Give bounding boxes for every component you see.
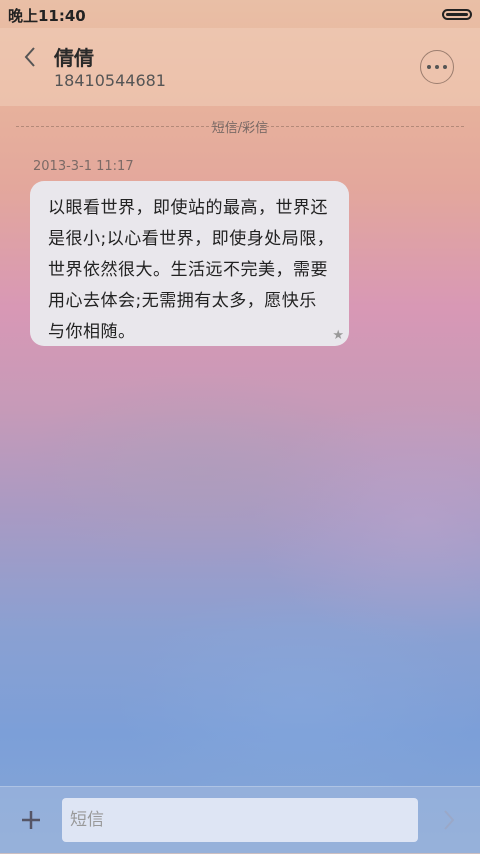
add-attachment-button[interactable]: [20, 809, 42, 831]
divider-label: 短信/彩信: [211, 121, 269, 136]
message-input[interactable]: 短信: [62, 798, 418, 842]
contact-number: 18410544681: [54, 71, 166, 90]
message-line: 与你相随。: [48, 322, 136, 342]
status-time: 晚上11:40: [8, 7, 86, 25]
battery-icon: [442, 9, 472, 20]
plus-icon: [22, 811, 40, 829]
contact-name: 倩倩: [54, 46, 94, 70]
message-line: 以眼看世界，即使站的最高，世界还: [48, 198, 328, 218]
status-bar: 晚上11:40: [0, 0, 480, 28]
conversation-header: 倩倩 18410544681: [0, 28, 480, 106]
message-line: 是很小;以心看世界，即使身处局限，: [48, 229, 335, 249]
star-icon: ★: [332, 328, 344, 343]
send-button[interactable]: [438, 807, 460, 833]
chevron-left-icon: [24, 47, 35, 67]
message-bubble[interactable]: 以眼看世界，即使站的最高，世界还 是很小;以心看世界，即使身处局限， 世界依然很…: [30, 181, 349, 346]
message-timestamp: 2013-3-1 11:17: [33, 159, 134, 174]
composer-bar: 短信: [0, 786, 480, 854]
message-line: 世界依然很大。生活远不完美，需要: [48, 260, 328, 280]
message-line: 用心去体会;无需拥有太多，愿快乐: [48, 291, 317, 311]
more-options-button[interactable]: [420, 50, 454, 84]
message-text: 以眼看世界，即使站的最高，世界还 是很小;以心看世界，即使身处局限， 世界依然很…: [48, 193, 335, 348]
back-button[interactable]: [20, 44, 42, 70]
more-dots-icon: [427, 65, 431, 69]
chevron-right-icon: [444, 810, 455, 830]
